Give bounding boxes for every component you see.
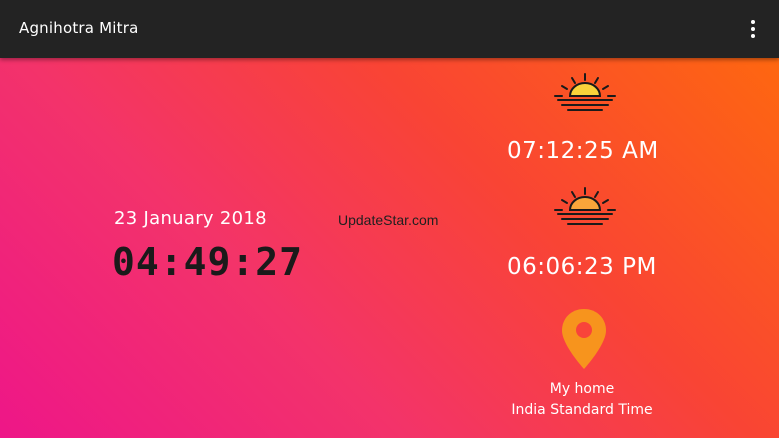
app-bar: Agnihotra Mitra [0, 0, 779, 58]
overflow-dot [751, 27, 755, 31]
sunset-time: 06:06:23 PM [507, 254, 657, 280]
watermark-text: UpdateStar.com [338, 212, 439, 228]
more-vert-icon[interactable] [741, 17, 765, 41]
app-title: Agnihotra Mitra [19, 19, 139, 37]
current-date: 23 January 2018 [114, 208, 267, 229]
timezone-label: India Standard Time [511, 402, 653, 418]
overflow-dot [751, 34, 755, 38]
sunset-icon [554, 187, 616, 225]
overflow-dot [751, 20, 755, 24]
main-content: 23 January 2018 04:49:27 UpdateStar.com … [0, 58, 779, 438]
sunrise-icon [554, 73, 616, 111]
location-info: My home India Standard Time [482, 379, 682, 421]
location-pin-icon[interactable] [560, 307, 608, 371]
location-name: My home [549, 381, 615, 397]
current-time-clock: 04:49:27 [112, 240, 304, 284]
sunrise-time: 07:12:25 AM [507, 138, 659, 164]
